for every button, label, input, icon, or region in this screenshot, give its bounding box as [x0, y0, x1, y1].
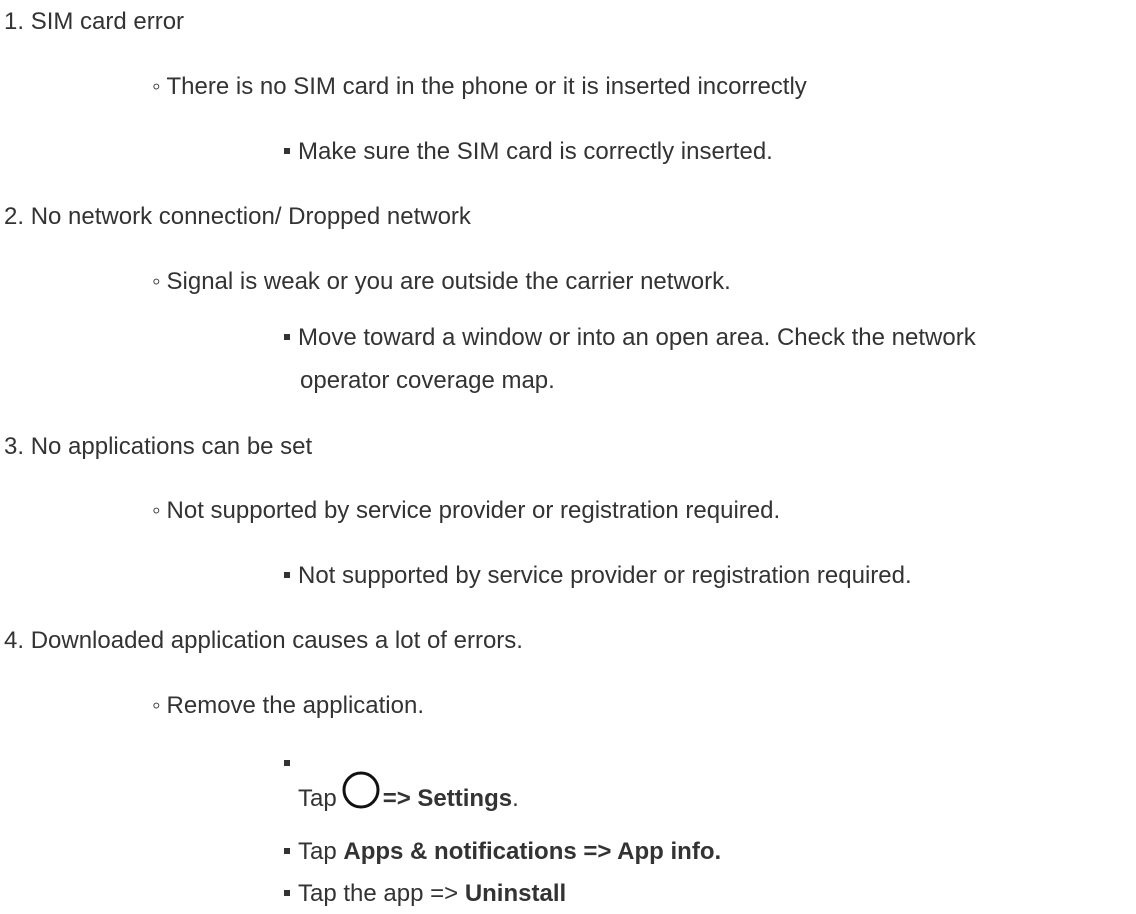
list-item-2-solution: Move toward a window or into an open are… — [282, 318, 976, 358]
list-item-3-solution: Not supported by service provider or reg… — [282, 556, 912, 596]
square-bullet-icon — [284, 890, 290, 897]
list-item-3-cause: ◦ Not supported by service provider or re… — [152, 491, 780, 531]
list-number: 2. — [4, 203, 25, 230]
step-1: Tap => Settings. — [298, 770, 519, 819]
list-item-1-cause: ◦ There is no SIM card in the phone or it… — [152, 67, 807, 107]
circle-bullet-icon: ◦ — [152, 268, 161, 295]
square-bullet-icon — [284, 572, 290, 579]
list-number: 1. — [4, 8, 25, 35]
list-item-4-title: 4. Downloaded application causes a lot o… — [4, 621, 523, 661]
list-item-2-solution-cont: operator coverage map. — [300, 367, 555, 394]
circle-home-icon — [342, 771, 380, 809]
list-title: SIM card error — [30, 8, 185, 35]
circle-bullet-icon: ◦ — [152, 692, 161, 719]
list-item-1-title: 1. SIM card error — [4, 2, 184, 42]
list-item-3-title: 3. No applications can be set — [4, 427, 312, 467]
list-number: 4. — [4, 627, 25, 654]
list-title: No network connection/ Dropped network — [30, 203, 471, 230]
list-item-1-solution: Make sure the SIM card is correctly inse… — [282, 132, 773, 172]
list-number: 3. — [4, 433, 25, 460]
list-item-2-cause: ◦ Signal is weak or you are outside the c… — [152, 262, 731, 302]
list-title: No applications can be set — [30, 433, 313, 460]
list-item-2-title: 2. No network connection/ Dropped networ… — [4, 197, 471, 237]
list-item-4-cause: ◦ Remove the application. — [152, 686, 424, 726]
circle-bullet-icon: ◦ — [152, 73, 161, 100]
square-bullet-icon — [284, 148, 290, 155]
square-bullet-icon — [284, 334, 290, 341]
circle-bullet-icon: ◦ — [152, 497, 161, 524]
list-title: Downloaded application causes a lot of e… — [30, 627, 523, 654]
square-bullet-icon — [284, 848, 290, 855]
square-bullet-icon — [284, 760, 290, 766]
step-2: Tap Apps & notifications => App info. — [282, 832, 721, 872]
step-3: Tap the app => Uninstall — [282, 874, 566, 914]
